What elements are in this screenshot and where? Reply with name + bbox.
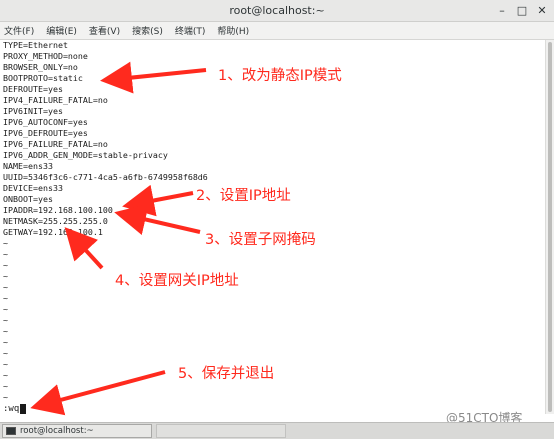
menu-search[interactable]: 搜索(S) [132, 24, 163, 37]
empty-line-marker: ~ [3, 260, 8, 270]
empty-line-marker: ~ [3, 359, 8, 369]
config-line-type: TYPE=Ethernet [3, 40, 68, 50]
empty-line-marker: ~ [3, 282, 8, 292]
scrollbar-thumb[interactable] [548, 42, 552, 412]
text-cursor [20, 403, 27, 414]
window-title: root@localhost:~ [229, 4, 325, 17]
taskbar: root@localhost:~ [0, 422, 554, 439]
taskbar-item-label: root@localhost:~ [20, 426, 94, 436]
terminal-content[interactable]: TYPE=Ethernet PROXY_METHOD=none BROWSER_… [0, 40, 546, 414]
empty-line-marker: ~ [3, 326, 8, 336]
vim-command-text: :wq [3, 404, 20, 414]
maximize-icon[interactable]: □ [514, 3, 530, 19]
config-line-getway: GETWAY=192.168.100.1 [3, 227, 103, 237]
window-titlebar[interactable]: root@localhost:~ – □ ✕ [0, 0, 554, 22]
menu-terminal[interactable]: 终端(T) [175, 24, 206, 37]
config-line-device: DEVICE=ens33 [3, 183, 63, 193]
config-line-ipv6-addr-gen-mode: IPV6_ADDR_GEN_MODE=stable-privacy [3, 150, 168, 160]
config-line-defroute: DEFROUTE=yes [3, 84, 63, 94]
annotation-step-3: 3、设置子网掩码 [205, 232, 316, 248]
vim-command-line[interactable]: :wq [3, 403, 27, 414]
close-icon[interactable]: ✕ [534, 3, 550, 19]
config-line-ipaddr: IPADDR=192.168.100.100 [3, 205, 113, 215]
menu-file[interactable]: 文件(F) [4, 24, 34, 37]
annotation-step-5: 5、保存并退出 [178, 366, 275, 382]
empty-line-marker: ~ [3, 271, 8, 281]
terminal-icon [6, 427, 16, 435]
window-controls: – □ ✕ [494, 3, 550, 19]
empty-line-marker: ~ [3, 348, 8, 358]
config-line-bootproto: BOOTPROTO=static [3, 73, 83, 83]
taskbar-empty-slot[interactable] [156, 424, 286, 438]
config-line-onboot: ONBOOT=yes [3, 194, 53, 204]
empty-line-marker: ~ [3, 370, 8, 380]
terminal-scrollbar[interactable] [545, 40, 554, 414]
empty-line-marker: ~ [3, 249, 8, 259]
config-line-uuid: UUID=5346f3c6-c771-4ca5-a6fb-6749958f68d… [3, 172, 208, 182]
minimize-icon[interactable]: – [494, 3, 510, 19]
annotation-step-4: 4、设置网关IP地址 [115, 273, 239, 289]
config-line-ipv6init: IPV6INIT=yes [3, 106, 63, 116]
empty-line-marker: ~ [3, 304, 8, 314]
menu-help[interactable]: 帮助(H) [217, 24, 249, 37]
empty-line-marker: ~ [3, 392, 8, 402]
config-line-ipv6-defroute: IPV6_DEFROUTE=yes [3, 128, 88, 138]
taskbar-terminal-item[interactable]: root@localhost:~ [2, 424, 152, 438]
menu-edit[interactable]: 编辑(E) [46, 24, 77, 37]
config-line-ipv6-failure-fatal: IPV6_FAILURE_FATAL=no [3, 139, 108, 149]
config-line-proxy-method: PROXY_METHOD=none [3, 51, 88, 61]
annotation-step-2: 2、设置IP地址 [196, 188, 291, 204]
empty-line-marker: ~ [3, 381, 8, 391]
config-line-ipv6-autoconf: IPV6_AUTOCONF=yes [3, 117, 88, 127]
menu-bar: 文件(F) 编辑(E) 查看(V) 搜索(S) 终端(T) 帮助(H) [0, 22, 554, 40]
config-line-netmask: NETMASK=255.255.255.0 [3, 216, 108, 226]
config-line-name: NAME=ens33 [3, 161, 53, 171]
empty-line-marker: ~ [3, 293, 8, 303]
empty-line-marker: ~ [3, 337, 8, 347]
empty-line-marker: ~ [3, 315, 8, 325]
empty-line-marker: ~ [3, 238, 8, 248]
annotation-step-1: 1、改为静态IP模式 [218, 68, 342, 84]
menu-view[interactable]: 查看(V) [89, 24, 120, 37]
config-line-browser-only: BROWSER_ONLY=no [3, 62, 78, 72]
config-line-ipv4-failure-fatal: IPV4_FAILURE_FATAL=no [3, 95, 108, 105]
